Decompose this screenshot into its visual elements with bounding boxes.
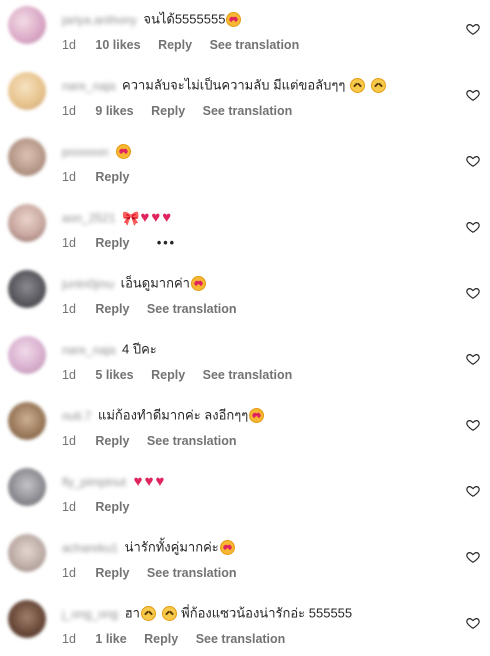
comment-text: เอ็นดูมากค่า xyxy=(120,275,190,291)
see-translation-button[interactable]: See translation xyxy=(210,38,300,52)
likes-count-link[interactable]: 5 likes xyxy=(95,368,133,382)
comment-time: 1d xyxy=(62,433,76,448)
like-heart-icon[interactable] xyxy=(466,616,480,630)
comment-username[interactable]: aon_2521 xyxy=(62,209,115,227)
comment-time: 1d xyxy=(62,367,76,382)
comment-item: nare_naja ความลับจะไม่เป็นความลับ มีแต่ข… xyxy=(0,66,490,132)
heart-eyes-emoji-icon xyxy=(226,12,242,28)
reply-button[interactable]: Reply xyxy=(151,104,185,118)
comment-item: fly_pimpinut ♥ ♥ ♥ 1d Reply xyxy=(0,462,490,528)
more-options-icon[interactable]: ••• xyxy=(157,236,176,250)
rofl-emoji-icon xyxy=(140,606,156,622)
reply-button[interactable]: Reply xyxy=(144,632,178,646)
like-heart-icon[interactable] xyxy=(466,550,480,564)
likes-count-link[interactable]: 1 like xyxy=(95,632,126,646)
reply-button[interactable]: Reply xyxy=(95,236,129,250)
comment-item: nuti.7 แม่ก้องทำดีมากค่ะ ลงอีกๆๆ 1d Repl… xyxy=(0,396,490,462)
comment-item: juntn0jmu เอ็นดูมากค่า 1d Reply See tran… xyxy=(0,264,490,330)
avatar[interactable] xyxy=(8,402,46,440)
heart-eyes-emoji-icon xyxy=(116,144,132,160)
heart-emoji-icon: ♥ xyxy=(140,208,150,226)
reply-button[interactable]: Reply xyxy=(158,38,192,52)
comment-time: 1d xyxy=(62,499,76,514)
comment-text: จนได้5555555 xyxy=(143,11,226,27)
reply-button[interactable]: Reply xyxy=(95,566,129,580)
comment-text: น่ารักทั้งคู่มากค่ะ xyxy=(124,539,219,555)
heart-emoji-icon: ♥ xyxy=(162,208,172,226)
like-heart-icon[interactable] xyxy=(466,484,480,498)
comment-time: 1d xyxy=(62,169,76,184)
comment-item: pooooon 1d Reply xyxy=(0,132,490,198)
avatar[interactable] xyxy=(8,6,46,44)
comment-item: achareku1 น่ารักทั้งคู่มากค่ะ 1d Reply S… xyxy=(0,528,490,594)
comment-username[interactable]: nare_naja xyxy=(62,77,115,95)
avatar[interactable] xyxy=(8,336,46,374)
see-translation-button[interactable]: See translation xyxy=(196,632,286,646)
comment-item: nare_naja 4 ปีคะ 1d 5 likes Reply See tr… xyxy=(0,330,490,396)
comment-username[interactable]: j_ong_ong xyxy=(62,605,118,623)
laughing-emoji-icon xyxy=(349,78,365,94)
see-translation-button[interactable]: See translation xyxy=(147,434,237,448)
reply-button[interactable]: Reply xyxy=(95,170,129,184)
comment-username[interactable]: juntn0jmu xyxy=(62,275,114,293)
reply-button[interactable]: Reply xyxy=(151,368,185,382)
see-translation-button[interactable]: See translation xyxy=(147,566,237,580)
likes-count-link[interactable]: 10 likes xyxy=(95,38,140,52)
comment-time: 1d xyxy=(62,103,76,118)
like-heart-icon[interactable] xyxy=(466,352,480,366)
heart-emoji-icon: ♥ xyxy=(151,208,161,226)
comment-text: ฮา xyxy=(124,605,140,621)
comment-text: 4 ปีคะ xyxy=(122,341,157,357)
heart-eyes-emoji-icon xyxy=(219,540,235,556)
likes-count-link[interactable]: 9 likes xyxy=(95,104,133,118)
like-heart-icon[interactable] xyxy=(466,418,480,432)
see-translation-button[interactable]: See translation xyxy=(203,104,293,118)
comment-username[interactable]: fly_pimpinut xyxy=(62,473,126,491)
comments-list: jariya.anthony จนได้5555555 1d 10 likes … xyxy=(0,0,490,656)
reply-button[interactable]: Reply xyxy=(95,302,129,316)
comment-username[interactable]: nare_naja xyxy=(62,341,115,359)
comment-time: 1d xyxy=(62,37,76,52)
reply-button[interactable]: Reply xyxy=(95,434,129,448)
comment-text: ความลับจะไม่เป็นความลับ มีแต่ขอลับๆๆ xyxy=(122,77,346,93)
see-translation-button[interactable]: See translation xyxy=(147,302,237,316)
avatar[interactable] xyxy=(8,600,46,638)
comment-item: jariya.anthony จนได้5555555 1d 10 likes … xyxy=(0,0,490,66)
avatar[interactable] xyxy=(8,270,46,308)
like-heart-icon[interactable] xyxy=(466,220,480,234)
see-translation-button[interactable]: See translation xyxy=(203,368,293,382)
avatar[interactable] xyxy=(8,534,46,572)
like-heart-icon[interactable] xyxy=(466,22,480,36)
comment-text: แม่ก้องทำดีมากค่ะ ลงอีกๆๆ xyxy=(97,407,249,423)
comment-time: 1d xyxy=(62,301,76,316)
avatar[interactable] xyxy=(8,204,46,242)
comment-username[interactable]: achareku1 xyxy=(62,539,118,557)
comment-time: 1d xyxy=(62,565,76,580)
heart-eyes-emoji-icon xyxy=(190,276,206,292)
heart-emoji-icon: ♥ xyxy=(155,472,165,490)
reply-button[interactable]: Reply xyxy=(95,500,129,514)
comment-item: j_ong_ong ฮา พี่ก้องแซวน้องน่ารักอ่ะ 555… xyxy=(0,594,490,656)
heart-emoji-icon: ♥ xyxy=(133,472,143,490)
avatar[interactable] xyxy=(8,138,46,176)
comment-time: 1d xyxy=(62,631,76,646)
laughing-emoji-icon xyxy=(370,78,386,94)
ribbon-bow-icon: 🎀 xyxy=(122,209,140,226)
comment-text-continued: พี่ก้องแซวน้องน่ารักอ่ะ 555555 xyxy=(181,605,353,621)
like-heart-icon[interactable] xyxy=(466,154,480,168)
avatar[interactable] xyxy=(8,468,46,506)
like-heart-icon[interactable] xyxy=(466,286,480,300)
heart-eyes-emoji-icon xyxy=(249,408,265,424)
comment-username[interactable]: pooooon xyxy=(62,143,109,161)
comment-item: aon_2521 🎀♥ ♥ ♥ 1d Reply ••• xyxy=(0,198,490,264)
comment-username[interactable]: nuti.7 xyxy=(62,407,91,425)
like-heart-icon[interactable] xyxy=(466,88,480,102)
comment-username[interactable]: jariya.anthony xyxy=(62,11,137,29)
rofl-emoji-icon xyxy=(161,606,177,622)
avatar[interactable] xyxy=(8,72,46,110)
comment-time: 1d xyxy=(62,235,76,250)
heart-emoji-icon: ♥ xyxy=(144,472,154,490)
